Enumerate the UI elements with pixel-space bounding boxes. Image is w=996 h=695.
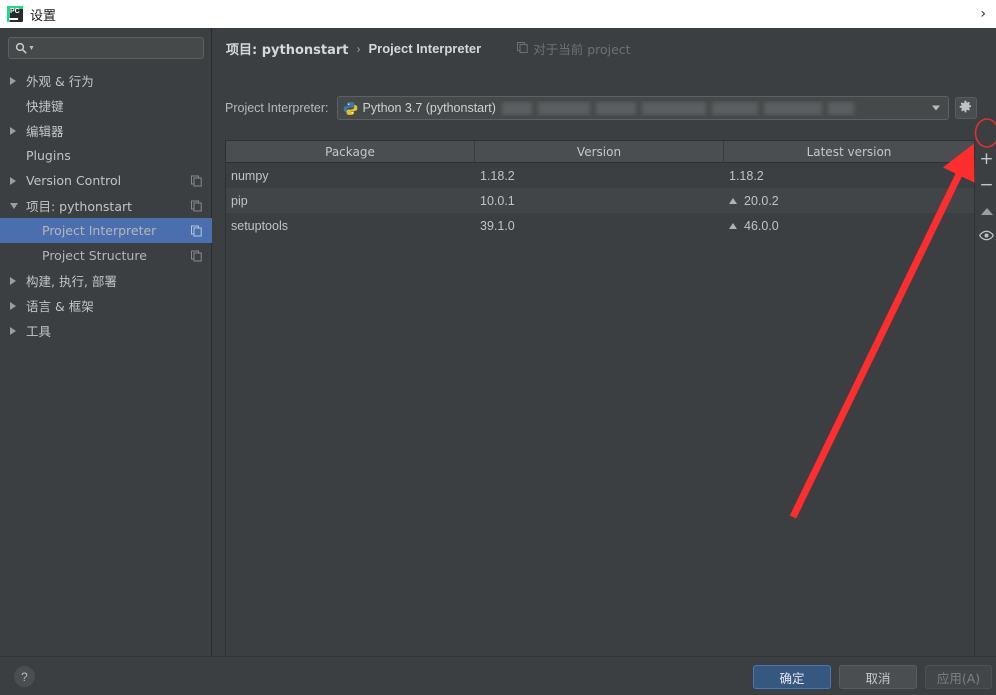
sidebar-item-tools[interactable]: 工具 xyxy=(0,318,212,343)
cancel-button[interactable]: 取消 xyxy=(839,665,917,689)
column-header-version[interactable]: Version xyxy=(475,141,724,162)
twisty-down-icon[interactable] xyxy=(10,203,26,209)
cell-latest-version-text: 46.0.0 xyxy=(744,219,779,233)
sidebar-item-label: 构建, 执行, 部署 xyxy=(26,271,117,290)
copy-scope-icon xyxy=(191,250,202,261)
sidebar-item-project-structure[interactable]: Project Structure xyxy=(0,243,212,268)
cell-version: 10.0.1 xyxy=(475,188,724,213)
breadcrumb-current: Project Interpreter xyxy=(369,41,482,56)
chevron-right-icon[interactable]: › xyxy=(980,6,986,22)
breadcrumb: 项目: pythonstart › Project Interpreter 对于… xyxy=(226,39,631,58)
table-row[interactable]: setuptools 39.1.0 46.0.0 xyxy=(226,213,974,238)
sidebar-item-build-execution-deployment[interactable]: 构建, 执行, 部署 xyxy=(0,268,212,293)
interpreter-path-redacted xyxy=(496,101,948,116)
settings-content-pane: 项目: pythonstart › Project Interpreter 对于… xyxy=(213,28,996,656)
sidebar-item-label: 项目: pythonstart xyxy=(26,196,132,215)
plus-icon: + xyxy=(979,151,993,168)
cell-latest-version-text: 20.0.2 xyxy=(744,194,779,208)
breadcrumb-scope-label: 对于当前 project xyxy=(533,39,630,58)
sidebar-item-label: Project Interpreter xyxy=(42,223,156,238)
sidebar-item-languages-frameworks[interactable]: 语言 & 框架 xyxy=(0,293,212,318)
interpreter-select[interactable]: Python 3.7 (pythonstart) xyxy=(337,96,949,120)
sidebar-item-label: 快捷键 xyxy=(26,96,64,115)
minus-icon: − xyxy=(979,177,993,194)
interpreter-value: Python 3.7 (pythonstart) xyxy=(363,101,496,115)
upgrade-available-icon xyxy=(729,223,737,229)
help-button[interactable]: ? xyxy=(14,666,35,687)
cell-package: numpy xyxy=(226,163,475,188)
python-icon xyxy=(343,101,358,116)
twisty-right-icon[interactable] xyxy=(10,77,26,85)
packages-toolbar: + − xyxy=(977,140,996,678)
remove-package-button[interactable]: − xyxy=(977,172,996,198)
window-title: 设置 xyxy=(30,5,56,24)
dialog-footer: ? 确定 取消 应用(A) xyxy=(0,656,996,695)
upgrade-package-button[interactable] xyxy=(977,198,996,224)
search-icon xyxy=(15,42,27,54)
interpreter-row: Project Interpreter: Python 3.7 (pythons… xyxy=(225,96,996,120)
twisty-right-icon[interactable] xyxy=(10,327,26,335)
gear-icon xyxy=(959,100,972,116)
cell-package: setuptools xyxy=(226,213,475,238)
interpreter-label: Project Interpreter: xyxy=(225,101,329,115)
twisty-right-icon[interactable] xyxy=(10,127,26,135)
sidebar-item-label: 语言 & 框架 xyxy=(26,296,94,315)
eye-icon xyxy=(979,230,994,244)
cell-latest-version: 20.0.2 xyxy=(724,188,974,213)
cell-version: 1.18.2 xyxy=(475,163,724,188)
packages-table: Package Version Latest version numpy 1.1… xyxy=(225,140,975,678)
sidebar-item-label: 编辑器 xyxy=(26,121,64,140)
interpreter-settings-button[interactable] xyxy=(955,97,977,119)
column-header-latest-version[interactable]: Latest version xyxy=(724,141,974,162)
twisty-right-icon[interactable] xyxy=(10,302,26,310)
cell-latest-version-text: 1.18.2 xyxy=(729,169,764,183)
copy-scope-icon xyxy=(191,175,202,186)
arrow-up-icon xyxy=(981,208,993,215)
sidebar-item-version-control[interactable]: Version Control xyxy=(0,168,212,193)
sidebar-item-label: Version Control xyxy=(26,173,121,188)
title-bar: PC 设置 › xyxy=(0,0,996,28)
sidebar-item-label: Project Structure xyxy=(42,248,147,263)
pycharm-icon: PC xyxy=(7,6,23,22)
search-field-wrapper[interactable]: ▼ xyxy=(8,37,204,59)
sidebar-item-editor[interactable]: 编辑器 xyxy=(0,118,212,143)
twisty-right-icon[interactable] xyxy=(10,277,26,285)
sidebar-item-keymap[interactable]: 快捷键 xyxy=(0,93,212,118)
twisty-right-icon[interactable] xyxy=(10,177,26,185)
sidebar-item-appearance[interactable]: 外观 & 行为 xyxy=(0,68,212,93)
sidebar-item-project-interpreter[interactable]: Project Interpreter xyxy=(0,218,212,243)
apply-button[interactable]: 应用(A) xyxy=(925,665,992,689)
sidebar-item-plugins[interactable]: Plugins xyxy=(0,143,212,168)
table-row[interactable]: numpy 1.18.2 1.18.2 xyxy=(226,163,974,188)
breadcrumb-scope: 对于当前 project xyxy=(517,39,630,58)
breadcrumb-parent[interactable]: 项目: pythonstart xyxy=(226,39,349,58)
table-row[interactable]: pip 10.0.1 20.0.2 xyxy=(226,188,974,213)
cell-latest-version: 46.0.0 xyxy=(724,213,974,238)
copy-scope-icon xyxy=(191,225,202,236)
show-early-releases-button[interactable] xyxy=(977,224,996,250)
packages-table-header: Package Version Latest version xyxy=(226,141,974,163)
add-package-button[interactable]: + xyxy=(977,146,996,172)
settings-dialog: PC 设置 › ▼ xyxy=(0,0,996,694)
chevron-down-icon[interactable] xyxy=(932,106,940,111)
sidebar-item-label: Plugins xyxy=(26,148,71,163)
sidebar-item-label: 外观 & 行为 xyxy=(26,71,94,90)
dialog-body: ▼ 外观 & 行为 快捷键 编辑器 xyxy=(0,28,996,656)
search-input[interactable]: ▼ xyxy=(8,37,204,59)
breadcrumb-separator: › xyxy=(357,42,361,56)
settings-sidebar: ▼ 外观 & 行为 快捷键 编辑器 xyxy=(0,28,212,656)
cell-version: 39.1.0 xyxy=(475,213,724,238)
copy-scope-icon xyxy=(191,200,202,211)
cell-package: pip xyxy=(226,188,475,213)
upgrade-available-icon xyxy=(729,198,737,204)
settings-tree: 外观 & 行为 快捷键 编辑器 Plugins Version Control xyxy=(0,68,212,343)
column-header-package[interactable]: Package xyxy=(226,141,475,162)
sidebar-item-project[interactable]: 项目: pythonstart xyxy=(0,193,212,218)
cell-latest-version: 1.18.2 xyxy=(724,163,974,188)
sidebar-item-label: 工具 xyxy=(26,321,51,340)
copy-scope-icon xyxy=(517,42,528,56)
search-dropdown-caret-icon[interactable]: ▼ xyxy=(28,45,35,52)
ok-button[interactable]: 确定 xyxy=(753,665,831,689)
